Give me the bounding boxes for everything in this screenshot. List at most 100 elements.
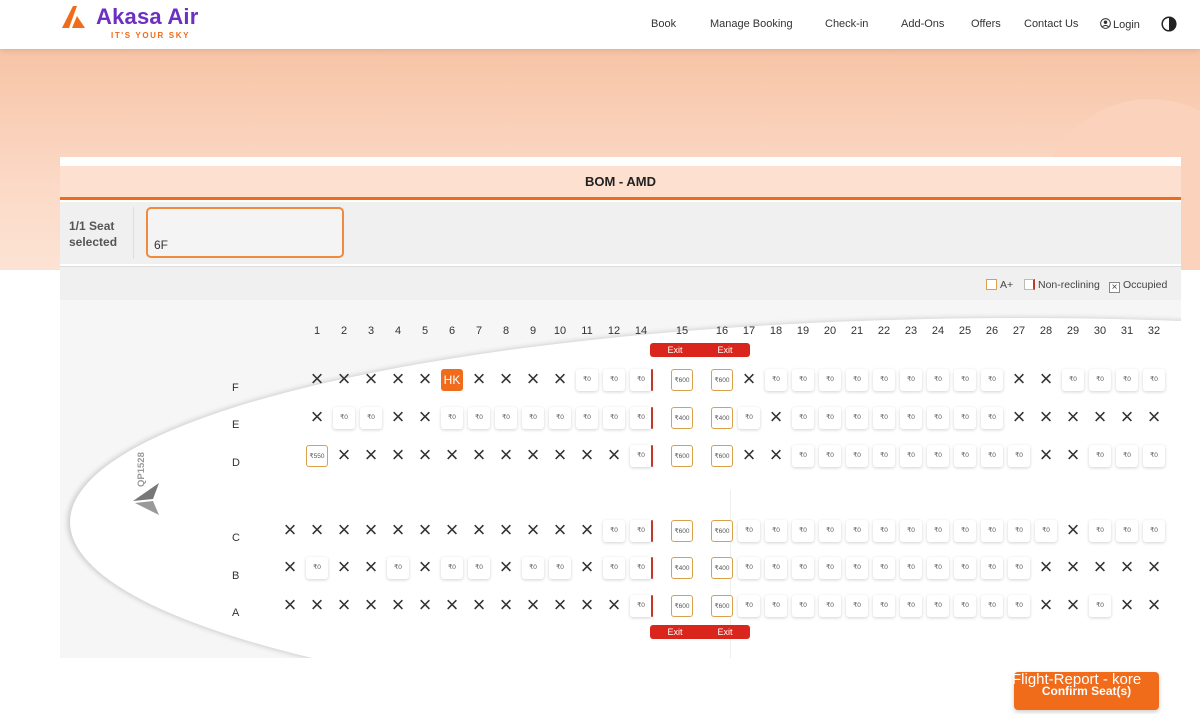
seat[interactable]: ₹0 <box>900 557 922 579</box>
occupied-seat-icon[interactable]: × <box>1035 369 1057 391</box>
seat[interactable]: ₹0 <box>819 445 841 467</box>
seat[interactable]: ₹0 <box>1035 520 1057 542</box>
seat[interactable]: ₹0 <box>792 445 814 467</box>
seat[interactable]: ₹0 <box>900 407 922 429</box>
occupied-seat-icon[interactable]: × <box>360 595 382 617</box>
occupied-seat-icon[interactable]: × <box>1008 407 1030 429</box>
occupied-seat-icon[interactable]: × <box>576 595 598 617</box>
occupied-seat-icon[interactable]: × <box>468 520 490 542</box>
seat[interactable]: ₹0 <box>441 407 463 429</box>
occupied-seat-icon[interactable]: × <box>279 520 301 542</box>
seat[interactable]: ₹0 <box>1089 595 1111 617</box>
seat[interactable]: ₹0 <box>927 595 949 617</box>
seat[interactable]: ₹0 <box>846 557 868 579</box>
occupied-seat-icon[interactable]: × <box>414 520 436 542</box>
seat[interactable]: ₹0 <box>738 407 760 429</box>
occupied-seat-icon[interactable]: × <box>387 520 409 542</box>
nav-contact-us[interactable]: Contact Us <box>1024 18 1078 30</box>
seat[interactable]: ₹0 <box>1089 520 1111 542</box>
occupied-seat-icon[interactable]: × <box>333 595 355 617</box>
seat[interactable]: ₹0 <box>792 595 814 617</box>
seat[interactable]: ₹0 <box>954 407 976 429</box>
seat[interactable]: ₹0 <box>549 557 571 579</box>
login-link[interactable]: Login <box>1100 18 1140 31</box>
occupied-seat-icon[interactable]: × <box>1089 407 1111 429</box>
occupied-seat-icon[interactable]: × <box>549 369 571 391</box>
occupied-seat-icon[interactable]: × <box>522 595 544 617</box>
seat[interactable]: ₹0 <box>1062 369 1084 391</box>
nav-offers[interactable]: Offers <box>971 18 1001 30</box>
seat[interactable]: ₹0 <box>495 407 517 429</box>
occupied-seat-icon[interactable]: × <box>522 369 544 391</box>
occupied-seat-icon[interactable]: × <box>495 520 517 542</box>
seat[interactable]: ₹0 <box>846 369 868 391</box>
occupied-seat-icon[interactable]: × <box>522 445 544 467</box>
seat[interactable]: ₹0 <box>1143 369 1165 391</box>
seat[interactable]: ₹0 <box>522 557 544 579</box>
occupied-seat-icon[interactable]: × <box>360 557 382 579</box>
occupied-seat-icon[interactable]: × <box>738 369 760 391</box>
seat[interactable]: ₹0 <box>927 369 949 391</box>
occupied-seat-icon[interactable]: × <box>522 520 544 542</box>
seat[interactable]: ₹0 <box>846 407 868 429</box>
occupied-seat-icon[interactable]: × <box>1062 445 1084 467</box>
seat[interactable]: ₹0 <box>1116 520 1138 542</box>
seat[interactable]: ₹0 <box>1008 520 1030 542</box>
occupied-seat-icon[interactable]: × <box>387 407 409 429</box>
seat[interactable]: ₹0 <box>981 369 1003 391</box>
seat[interactable]: ₹0 <box>792 557 814 579</box>
occupied-seat-icon[interactable]: × <box>360 445 382 467</box>
occupied-seat-icon[interactable]: × <box>441 445 463 467</box>
seat[interactable]: ₹0 <box>549 407 571 429</box>
seat[interactable]: ₹0 <box>765 595 787 617</box>
occupied-seat-icon[interactable]: × <box>441 595 463 617</box>
occupied-seat-icon[interactable]: × <box>360 369 382 391</box>
seat[interactable]: ₹0 <box>603 557 625 579</box>
seat[interactable]: ₹0 <box>576 369 598 391</box>
occupied-seat-icon[interactable]: × <box>414 595 436 617</box>
seat[interactable]: ₹0 <box>792 369 814 391</box>
seat[interactable]: ₹0 <box>522 407 544 429</box>
seat[interactable]: ₹0 <box>873 407 895 429</box>
occupied-seat-icon[interactable]: × <box>1035 557 1057 579</box>
seat[interactable]: ₹0 <box>306 557 328 579</box>
nav-add-ons[interactable]: Add-Ons <box>901 18 944 30</box>
seat[interactable]: ₹0 <box>738 595 760 617</box>
seat[interactable]: ₹0 <box>927 407 949 429</box>
occupied-seat-icon[interactable]: × <box>1062 557 1084 579</box>
occupied-seat-icon[interactable]: × <box>306 407 328 429</box>
seat[interactable]: ₹0 <box>873 557 895 579</box>
seat[interactable]: ₹0 <box>630 557 652 579</box>
seat[interactable]: ₹0 <box>468 407 490 429</box>
seat[interactable]: ₹0 <box>900 520 922 542</box>
seat[interactable]: ₹0 <box>954 595 976 617</box>
occupied-seat-icon[interactable]: × <box>468 595 490 617</box>
a-plus-seat[interactable]: ₹600 <box>711 369 733 391</box>
occupied-seat-icon[interactable]: × <box>306 595 328 617</box>
a-plus-seat[interactable]: ₹600 <box>711 595 733 617</box>
seat[interactable]: ₹0 <box>441 557 463 579</box>
seat[interactable]: ₹0 <box>630 595 652 617</box>
occupied-seat-icon[interactable]: × <box>765 445 787 467</box>
seat[interactable]: ₹0 <box>1008 445 1030 467</box>
seat[interactable]: ₹0 <box>630 445 652 467</box>
seat[interactable]: ₹0 <box>846 445 868 467</box>
seat[interactable]: ₹0 <box>873 520 895 542</box>
occupied-seat-icon[interactable]: × <box>1089 557 1111 579</box>
occupied-seat-icon[interactable]: × <box>333 369 355 391</box>
seat[interactable]: ₹0 <box>954 557 976 579</box>
seat[interactable]: ₹0 <box>1116 369 1138 391</box>
occupied-seat-icon[interactable]: × <box>1116 557 1138 579</box>
seat[interactable]: ₹0 <box>981 520 1003 542</box>
seat[interactable]: ₹0 <box>1143 445 1165 467</box>
seat[interactable]: ₹0 <box>630 520 652 542</box>
occupied-seat-icon[interactable]: × <box>360 520 382 542</box>
a-plus-seat[interactable]: ₹400 <box>711 407 733 429</box>
seat[interactable]: ₹0 <box>738 520 760 542</box>
seat[interactable]: ₹0 <box>792 520 814 542</box>
occupied-seat-icon[interactable]: × <box>1035 595 1057 617</box>
seat[interactable]: ₹0 <box>981 445 1003 467</box>
occupied-seat-icon[interactable]: × <box>414 557 436 579</box>
nav-check-in[interactable]: Check-in <box>825 18 868 30</box>
occupied-seat-icon[interactable]: × <box>414 369 436 391</box>
